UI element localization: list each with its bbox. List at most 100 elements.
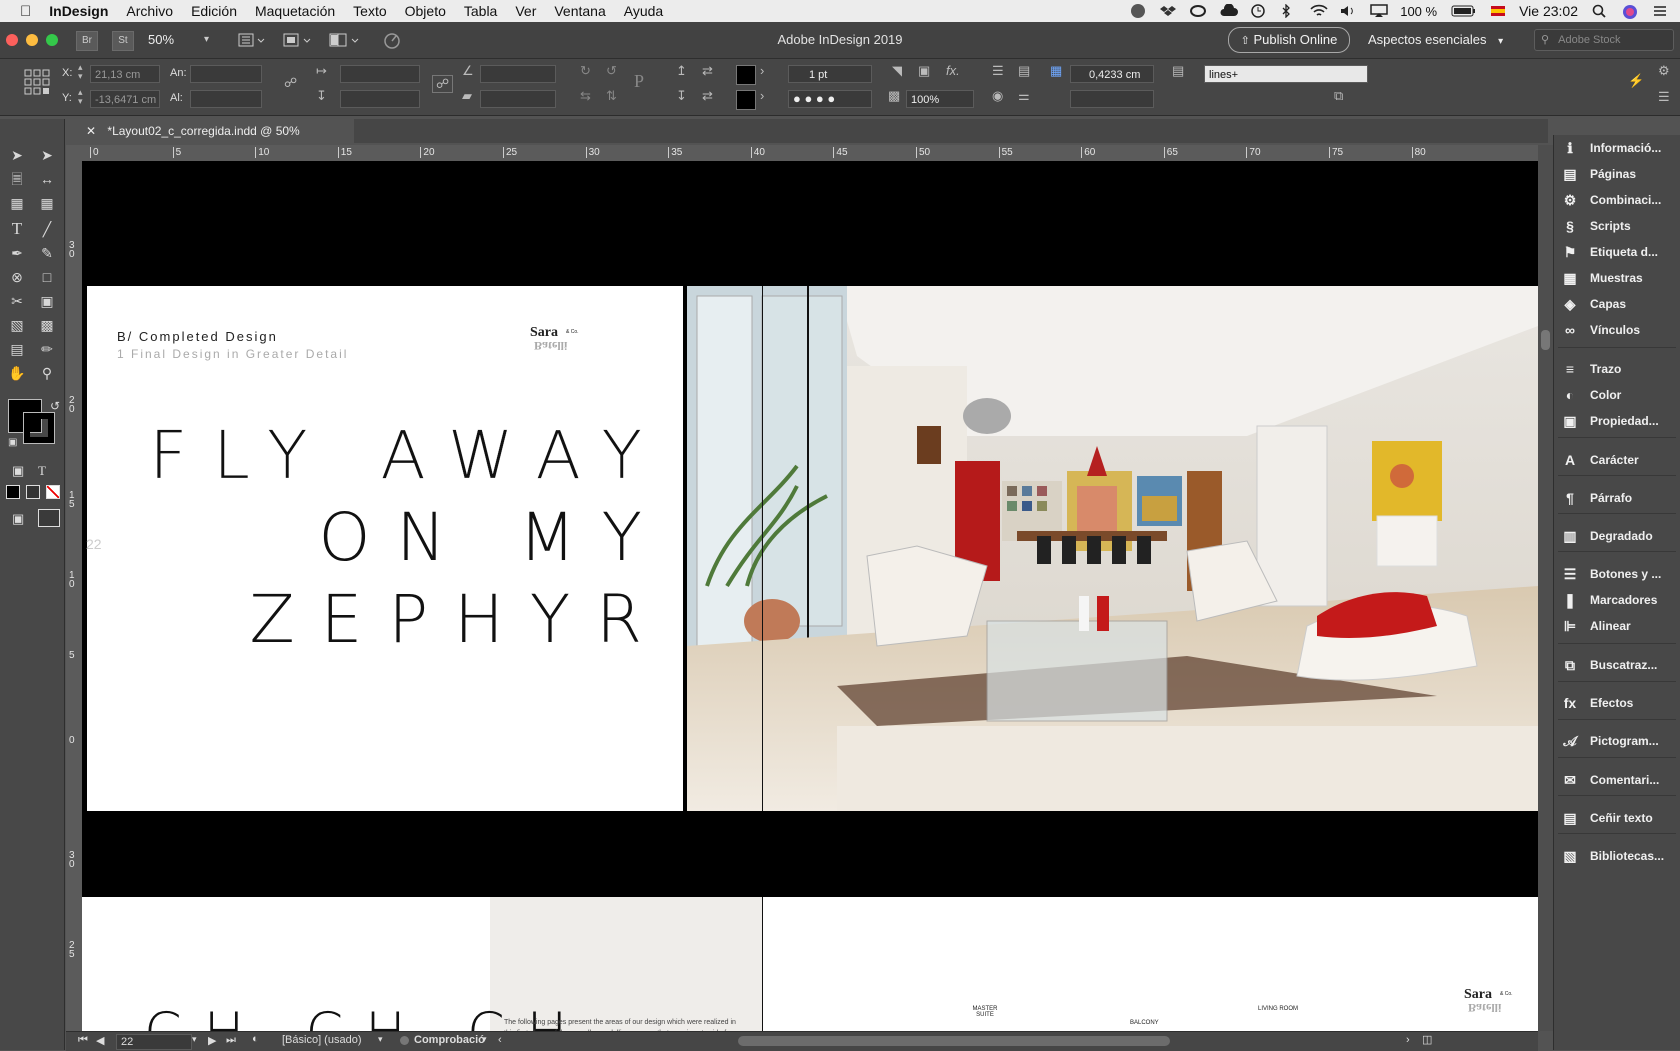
menu-objeto[interactable]: Objeto — [405, 3, 446, 19]
swap-colors-icon[interactable]: ↺ — [50, 399, 60, 413]
panel-tab-links[interactable]: ∞ Vínculos — [1562, 317, 1674, 343]
object-style-select[interactable]: lines+ — [1204, 65, 1368, 83]
page-number-field[interactable]: 22 — [116, 1034, 192, 1050]
time-machine-icon[interactable] — [1250, 4, 1266, 18]
bluetooth-icon[interactable] — [1280, 3, 1296, 19]
upwork-icon[interactable] — [1130, 4, 1146, 18]
wifi-icon[interactable] — [1310, 4, 1328, 18]
panel-tab-gradient[interactable]: ▥ Degradado — [1562, 523, 1674, 549]
y-stepper[interactable]: ▴ ▾ — [78, 88, 83, 106]
battery-icon[interactable] — [1451, 4, 1477, 18]
vertical-ruler[interactable]: 3 0 2 0 1 5 1 0 5 0 3 0 2 5 — [66, 161, 83, 1041]
content-placer-tool-icon[interactable]: ▦ — [36, 193, 58, 213]
apple-icon[interactable]:  — [20, 3, 31, 20]
workspace-switcher[interactable]: Aspectos esenciales ▾ — [1368, 22, 1503, 58]
menu-indesign[interactable]: InDesign — [49, 3, 108, 19]
type-tool-icon[interactable]: T — [6, 219, 28, 239]
menu-edicion[interactable]: Edición — [191, 3, 237, 19]
next-page-icon[interactable]: ▶ — [208, 1034, 216, 1047]
panel-tab-color[interactable]: ◐ Color — [1562, 382, 1674, 408]
preflight-chevron-icon[interactable]: ▾ — [482, 1034, 487, 1045]
notification-center-icon[interactable] — [1652, 4, 1668, 18]
vertical-scrollbar[interactable] — [1538, 145, 1553, 1031]
stroke-color-swatch[interactable] — [23, 412, 55, 444]
first-page-icon[interactable]: ⏮ — [78, 1034, 88, 1047]
page-tool-icon[interactable]: 🗏 — [6, 169, 28, 189]
scale-x-field[interactable] — [340, 65, 420, 83]
offset-dropdown[interactable] — [1070, 90, 1154, 108]
pencil-tool-icon[interactable]: ✎ — [36, 243, 58, 263]
rotate-ccw-icon[interactable]: ↺ — [606, 63, 617, 79]
headline-line-3[interactable]: ZEPHYR — [249, 585, 668, 655]
headline-line-1[interactable]: FLY AWAY — [149, 420, 668, 491]
flip-vertical-icon[interactable]: ⇅ — [606, 88, 617, 104]
stroke-type-select[interactable]: ● ● ● ● — [788, 90, 872, 108]
screen-mode-icon[interactable] — [282, 31, 316, 54]
y-position-field[interactable]: -13,6471 cm — [90, 90, 160, 108]
spain-flag-icon[interactable] — [1491, 4, 1506, 18]
corner-options-icon[interactable]: ◥ — [892, 63, 902, 79]
frame-fitting-icon[interactable]: ▣ — [918, 63, 930, 79]
panel-settings-icon[interactable]: ⚙ — [1658, 63, 1670, 79]
airplay-icon[interactable] — [1370, 4, 1388, 18]
stroke-weight-field[interactable]: 1 pt — [788, 65, 872, 83]
select-container-icon[interactable]: ↥ — [676, 63, 687, 79]
spotlight-search-icon[interactable] — [1592, 4, 1608, 18]
width-field[interactable] — [190, 65, 262, 83]
panel-tab-comments[interactable]: ✉ Comentari... — [1562, 767, 1674, 793]
gradient-swatch-tool-icon[interactable]: ▧ — [6, 315, 28, 335]
panel-tab-pages[interactable]: ▤ Páginas — [1562, 161, 1674, 187]
gap-tool-icon[interactable]: ↔ — [36, 169, 58, 189]
line-tool-icon[interactable]: ╱ — [36, 219, 58, 239]
last-page-icon[interactable]: ⏭ — [226, 1034, 236, 1047]
formatting-container-icon[interactable]: ▣ — [12, 463, 24, 479]
panel-tab-scripts[interactable]: § Scripts — [1562, 213, 1674, 239]
panel-tab-properties[interactable]: ▣ Propiedad... — [1562, 408, 1674, 434]
volume-icon[interactable] — [1340, 4, 1356, 18]
panel-tab-stroke[interactable]: ≡ Trazo — [1562, 356, 1674, 382]
select-next-icon[interactable]: ⇄ — [702, 88, 713, 104]
gpu-performance-icon[interactable] — [382, 31, 402, 54]
normal-view-icon[interactable]: ▣ — [12, 511, 24, 527]
auto-fit-icon[interactable]: ▦ — [1050, 63, 1062, 79]
hand-tool-icon[interactable]: ✋ — [6, 363, 28, 383]
rotate-angle-field[interactable] — [480, 65, 556, 83]
note-tool-icon[interactable]: ▤ — [6, 339, 28, 359]
publish-online-button[interactable]: ⇧ Publish Online — [1228, 27, 1350, 53]
minimize-window-button[interactable] — [26, 34, 38, 46]
panel-tab-buttons[interactable]: ☰ Botones y ... — [1562, 561, 1674, 587]
formatting-text-icon[interactable]: T — [38, 463, 46, 479]
panel-tab-effects[interactable]: fx Efectos — [1562, 690, 1674, 716]
free-transform-tool-icon[interactable]: ▣ — [36, 291, 58, 311]
zoom-level[interactable]: 50% — [148, 22, 174, 58]
panel-tab-glyphs[interactable]: 𝒜 Pictogram... — [1562, 728, 1674, 754]
text-wrap-none-icon[interactable]: ☰ — [992, 63, 1004, 79]
default-colors-icon[interactable]: ▣ — [8, 437, 17, 448]
panel-tab-script-label[interactable]: ⚑ Etiqueta d... — [1562, 239, 1674, 265]
horizontal-scrollbar[interactable] — [738, 1036, 1170, 1046]
text-wrap-jump-icon[interactable]: ⚌ — [1018, 88, 1030, 104]
quick-apply-icon[interactable]: ⚡ — [1628, 73, 1644, 89]
interior-photo-frame[interactable] — [687, 286, 1538, 811]
rectangle-tool-icon[interactable]: □ — [36, 267, 58, 287]
reference-point-icon[interactable] — [24, 69, 50, 98]
document-tab[interactable]: ✕ *Layout02_c_corregida.indd @ 50% [Conv… — [82, 119, 354, 162]
fill-menu-icon[interactable]: › — [760, 63, 764, 78]
content-collector-tool-icon[interactable]: ▦ — [6, 193, 28, 213]
preflight-status-icon[interactable] — [400, 1036, 409, 1045]
menubar-clock[interactable]: Vie 23:02 — [1519, 3, 1578, 19]
panel-tab-bookmarks[interactable]: ❚ Marcadores — [1562, 587, 1674, 613]
close-window-button[interactable] — [6, 34, 18, 46]
gradient-feather-tool-icon[interactable]: ▩ — [36, 315, 58, 335]
apply-none-icon[interactable] — [46, 485, 60, 499]
previous-page-icon[interactable]: ◀ — [96, 1034, 104, 1047]
panel-tab-libraries[interactable]: ▧ Bibliotecas... — [1562, 843, 1674, 869]
vertical-scroll-thumb[interactable] — [1541, 330, 1550, 350]
horizontal-ruler[interactable]: 0 5 10 15 20 25 30 35 40 45 50 55 60 65 70 75 80 — [82, 145, 1538, 162]
apply-gradient-icon[interactable] — [26, 485, 40, 499]
floorplan-label-living-room[interactable]: LIVING ROOM — [1258, 1006, 1298, 1012]
menu-tabla[interactable]: Tabla — [464, 3, 497, 19]
cloud-upload-icon[interactable] — [1220, 3, 1239, 18]
panel-tab-info[interactable]: ℹ Informació... — [1562, 135, 1674, 161]
master-page-label[interactable]: [Básico] (usado) — [282, 1034, 361, 1046]
